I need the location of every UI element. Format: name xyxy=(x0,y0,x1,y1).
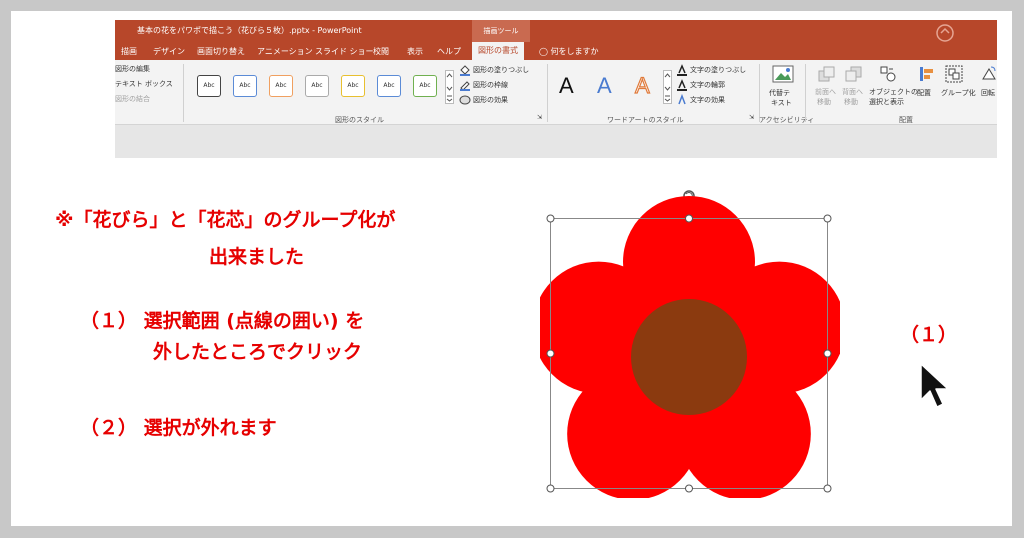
powerpoint-window: 基本の花をパワポで描こう（花びら５枚）.pptx - PowerPoint 描画… xyxy=(115,20,997,158)
text-fill-button[interactable]: 文字の塗りつぶし xyxy=(690,65,746,75)
wordart-launcher-icon[interactable]: ⇲ xyxy=(749,114,754,121)
align-icon xyxy=(920,67,933,81)
bring-forward-button-line2[interactable]: 移動 xyxy=(817,97,831,107)
tab-animations[interactable]: アニメーション xyxy=(257,46,313,57)
resize-handle[interactable] xyxy=(546,484,555,493)
group-icon xyxy=(945,65,963,83)
ribbon-below-area xyxy=(115,125,997,158)
send-backward-button-line1[interactable]: 背面へ xyxy=(842,87,863,97)
text-effects-icon xyxy=(678,94,686,105)
shape-effects-button[interactable]: 図形の効果 xyxy=(473,95,508,105)
shape-style-preset-4[interactable]: Abc xyxy=(305,75,329,97)
wordart-style-black[interactable]: A xyxy=(559,73,574,99)
shape-style-preset-2[interactable]: Abc xyxy=(233,75,257,97)
text-outline-button[interactable]: 文字の輪郭 xyxy=(690,80,725,90)
resize-handle[interactable] xyxy=(823,214,832,223)
merge-shapes-button[interactable]: 図形の結合 xyxy=(115,94,150,104)
step1-line1: （１） 選択範囲 (点線の囲い) を xyxy=(80,310,365,332)
shape-style-scroll-icon[interactable] xyxy=(445,70,454,104)
shape-style-preset-6[interactable]: Abc xyxy=(377,75,401,97)
shape-style-preset-7[interactable]: Abc xyxy=(413,75,437,97)
pen-outline-icon xyxy=(460,81,470,91)
send-backward-icon xyxy=(845,66,862,82)
flower-center xyxy=(631,299,747,415)
lightbulb-icon: ◯ xyxy=(539,47,548,56)
tab-design[interactable]: デザイン xyxy=(153,46,185,57)
wordart-style-outline[interactable]: A xyxy=(634,72,650,99)
align-button[interactable]: 配置 xyxy=(917,88,931,98)
shape-styles-group-label: 図形のスタイル xyxy=(335,116,384,124)
selection-pane-icon xyxy=(880,66,896,82)
tab-slideshow[interactable]: スライド ショー xyxy=(315,46,374,57)
mouse-cursor-icon xyxy=(920,363,949,408)
resize-handle[interactable] xyxy=(823,484,832,493)
text-outline-icon xyxy=(677,79,687,91)
tab-review[interactable]: 校閲 xyxy=(373,46,389,57)
resize-handle[interactable] xyxy=(546,214,555,223)
wordart-group-label: ワードアートのスタイル xyxy=(607,116,684,124)
shape-styles-launcher-icon[interactable]: ⇲ xyxy=(537,114,542,121)
resize-handle[interactable] xyxy=(823,349,832,358)
rotate-icon xyxy=(982,66,996,80)
text-effects-button[interactable]: 文字の効果 xyxy=(690,95,725,105)
resize-handle[interactable] xyxy=(685,484,693,493)
selection-pane-button-line2[interactable]: 選択と表示 xyxy=(869,97,904,107)
text-box-button[interactable]: テキスト ボックス xyxy=(115,79,173,89)
grouping-note-line2: 出来ました xyxy=(209,246,305,268)
step2-text: （２） 選択が外れます xyxy=(80,417,277,439)
selection-pane-button-line1[interactable]: オブジェクトの xyxy=(869,87,918,97)
ribbon-display-options-icon[interactable] xyxy=(935,23,955,43)
text-fill-icon xyxy=(677,64,687,76)
ribbon-tabs: 描画 デザイン 画面切り替え アニメーション スライド ショー 校閲 表示 ヘル… xyxy=(115,42,997,60)
paint-bucket-icon xyxy=(460,65,470,76)
alt-text-button-line2[interactable]: キスト xyxy=(771,98,792,108)
title-bar: 基本の花をパワポで描こう（花びら５枚）.pptx - PowerPoint 描画… xyxy=(115,20,997,42)
tab-draw[interactable]: 描画 xyxy=(121,46,137,57)
tab-help[interactable]: ヘルプ xyxy=(437,46,461,57)
step1-marker: （１） xyxy=(900,324,958,346)
shape-fill-button[interactable]: 図形の塗りつぶし xyxy=(473,65,529,75)
wordart-style-blue[interactable]: A xyxy=(597,73,612,99)
shape-effects-icon xyxy=(459,95,471,105)
tab-view[interactable]: 表示 xyxy=(407,46,423,57)
bring-forward-button-line1[interactable]: 前面へ xyxy=(815,87,836,97)
wordart-scroll-icon[interactable] xyxy=(663,70,672,104)
alt-text-button-line1[interactable]: 代替テ xyxy=(769,88,790,98)
shape-style-preset-3[interactable]: Abc xyxy=(269,75,293,97)
step1-line2: 外したところでクリック xyxy=(153,341,363,363)
shape-style-preset-5[interactable]: Abc xyxy=(341,75,365,97)
rotate-button[interactable]: 回転 xyxy=(981,88,995,98)
grouped-flower-shape[interactable] xyxy=(540,183,840,498)
group-button[interactable]: グループ化 xyxy=(941,88,976,98)
arrange-group-label: 配置 xyxy=(899,116,913,124)
resize-handle[interactable] xyxy=(685,214,693,223)
alt-text-icon xyxy=(772,65,794,83)
shape-outline-button[interactable]: 図形の枠線 xyxy=(473,80,508,90)
resize-handle[interactable] xyxy=(546,349,555,358)
bring-forward-icon xyxy=(818,66,835,82)
context-tab-label: 描画ツール xyxy=(472,20,530,42)
tab-transitions[interactable]: 画面切り替え xyxy=(197,46,245,57)
send-backward-button-line2[interactable]: 移動 xyxy=(844,97,858,107)
grouping-note-line1: ※「花びら」と「花芯」のグループ化が xyxy=(55,209,396,231)
tab-shape-format[interactable]: 図形の書式 xyxy=(472,42,524,60)
edit-shape-button[interactable]: 図形の編集 xyxy=(115,64,150,74)
shape-style-preset-1[interactable]: Abc xyxy=(197,75,221,97)
tell-me-search[interactable]: ◯ 何をしますか xyxy=(539,46,599,57)
tell-me-label: 何をしますか xyxy=(550,47,599,56)
document-title: 基本の花をパワポで描こう（花びら５枚）.pptx - PowerPoint xyxy=(137,26,362,35)
ribbon: 図形の編集 テキスト ボックス 図形の結合 Abc Abc Abc Abc Ab… xyxy=(115,60,997,125)
